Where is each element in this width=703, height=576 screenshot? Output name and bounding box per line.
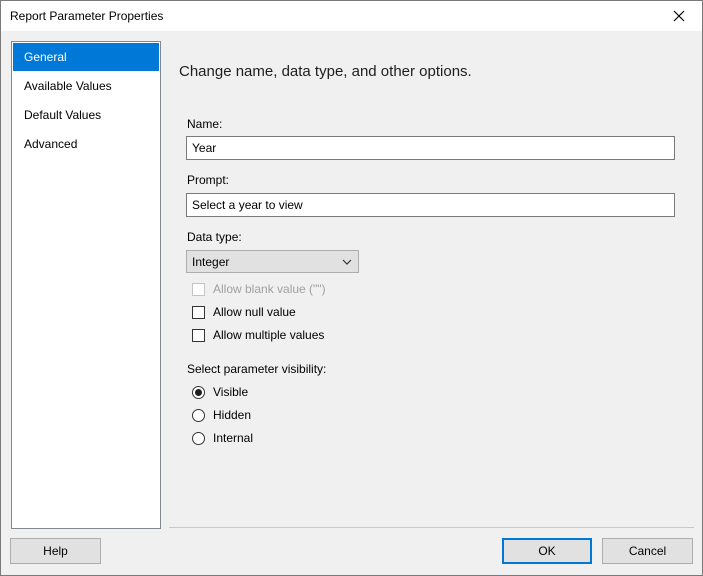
ok-button[interactable]: OK [502,538,592,564]
allow-blank-checkbox[interactable]: Allow blank value ("") [192,281,326,297]
nav-item-default-values[interactable]: Default Values [12,101,160,130]
cancel-button[interactable]: Cancel [602,538,693,564]
help-button[interactable]: Help [10,538,101,564]
name-label: Name: [187,117,223,131]
nav-list: General Available Values Default Values … [11,41,161,529]
visibility-visible-radio[interactable]: Visible [192,384,248,400]
datatype-label: Data type: [187,230,242,244]
close-icon [673,10,685,22]
hidden-radio-dot [192,408,205,422]
name-input[interactable]: Year [186,136,675,160]
prompt-label: Prompt: [187,173,230,187]
allow-null-checkbox[interactable]: Allow null value [192,304,296,320]
hidden-radio-label: Hidden [213,408,252,422]
internal-radio-label: Internal [213,431,254,445]
close-button[interactable] [656,1,702,31]
prompt-input[interactable]: Select a year to view [186,193,675,217]
allow-blank-label: Allow blank value ("") [213,282,326,296]
visibility-label: Select parameter visibility: [187,362,327,376]
visibility-hidden-radio[interactable]: Hidden [192,407,251,423]
page-heading: Change name, data type, and other option… [179,63,472,80]
nav-item-general[interactable]: General [13,43,159,71]
allow-null-box [192,305,205,319]
nav-item-advanced[interactable]: Advanced [12,130,160,159]
allow-multiple-checkbox[interactable]: Allow multiple values [192,327,324,343]
datatype-select[interactable]: Integer [186,250,359,273]
allow-multiple-box [192,328,205,342]
datatype-value: Integer [192,254,230,269]
window-title: Report Parameter Properties [10,9,164,23]
visible-radio-dot [192,385,205,399]
footer-divider [169,527,694,528]
visible-radio-label: Visible [213,385,249,399]
title-bar: Report Parameter Properties [1,1,702,31]
internal-radio-dot [192,431,205,445]
allow-blank-box [192,282,205,296]
chevron-down-icon [342,259,352,265]
dialog-window: Report Parameter Properties General Avai… [0,0,703,576]
allow-null-label: Allow null value [213,305,296,319]
visibility-internal-radio[interactable]: Internal [192,430,253,446]
allow-multiple-label: Allow multiple values [213,328,325,342]
nav-item-available-values[interactable]: Available Values [12,72,160,101]
